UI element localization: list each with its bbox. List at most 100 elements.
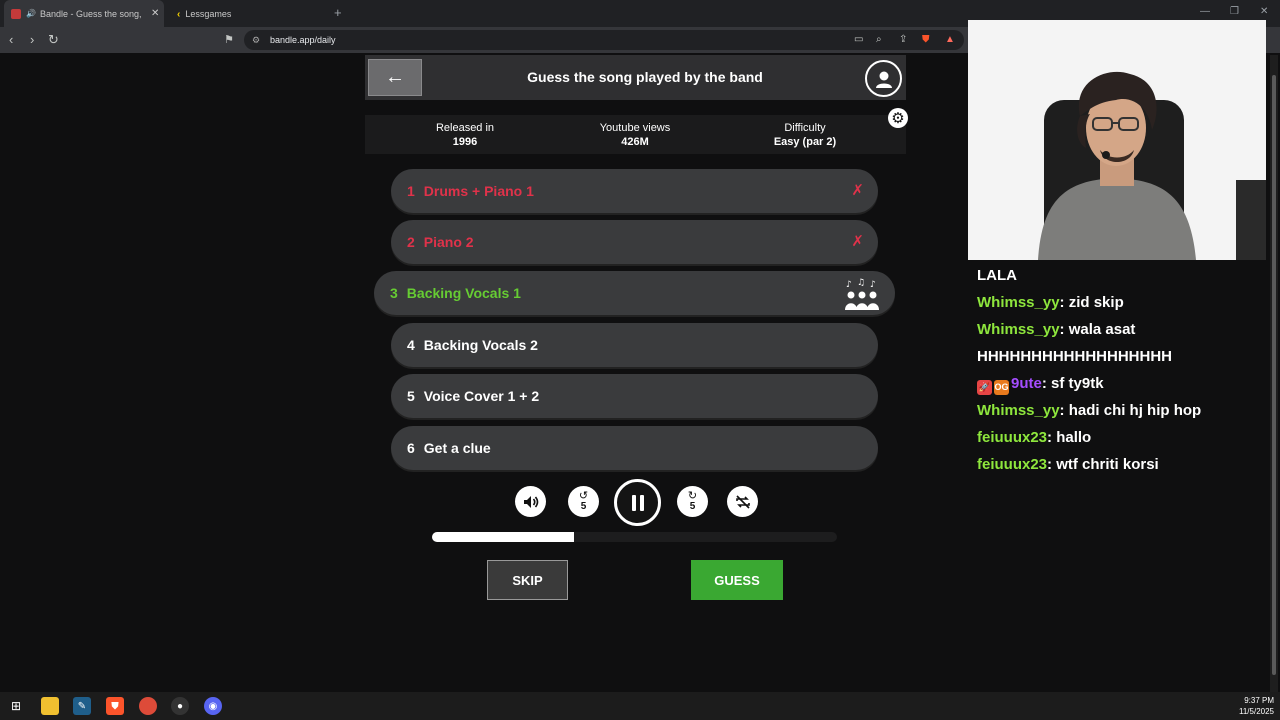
clue-number: 2	[407, 234, 415, 250]
rewind-seconds: 5	[580, 500, 587, 512]
forward-seconds: 5	[689, 500, 696, 512]
skip-button[interactable]: SKIP	[487, 560, 568, 600]
clue-label: Backing Vocals 2	[423, 337, 538, 353]
reload-icon[interactable]: ↻	[48, 32, 59, 48]
progress-fill	[432, 532, 574, 542]
webcam-feed	[968, 20, 1266, 260]
chat-username: feiuuux23	[977, 429, 1048, 446]
stat-value: Easy (par 2)	[773, 136, 837, 148]
chat-username: Whimss_yy	[977, 294, 1060, 311]
svg-text:♪: ♪	[870, 280, 876, 290]
chat-text: sf ty9tk	[1051, 375, 1104, 392]
svg-text:♫: ♫	[857, 278, 865, 288]
stat-label: Released in	[435, 122, 495, 134]
clue-label: Piano 2	[423, 234, 474, 250]
tab-lessgames[interactable]: ‹ Lessgames	[170, 0, 320, 27]
scrollbar-thumb[interactable]	[1272, 75, 1276, 675]
app-icon[interactable]: ✎	[73, 697, 91, 715]
tab-bandle[interactable]: 🔊 Bandle - Guess the song, one instrumen…	[4, 0, 164, 27]
rocket-badge-icon: 🚀	[977, 380, 992, 395]
minimize-icon[interactable]: —	[1200, 6, 1210, 17]
chat-title: LALA	[977, 267, 1017, 284]
clue-row-4: 4 Backing Vocals 2	[391, 323, 878, 367]
stat-released: Released in 1996	[395, 121, 535, 149]
stat-value: 426M	[621, 136, 649, 148]
obs-icon[interactable]: ●	[171, 697, 189, 715]
site-info-icon[interactable]: ⚙	[252, 30, 260, 50]
windows-start-icon[interactable]: ⊞	[7, 697, 25, 715]
chat-text: HHHHHHHHHHHHHHHHHH	[977, 348, 1172, 365]
chat-message: HHHHHHHHHHHHHHHHHH	[977, 343, 1272, 370]
bookmark-icon[interactable]: ⚑	[224, 33, 234, 46]
zoom-icon[interactable]: ⌕	[876, 34, 882, 45]
clock-time: 9:37 PM	[1244, 696, 1274, 705]
og-badge-icon: OG	[994, 380, 1009, 395]
clue-label: Backing Vocals 1	[406, 285, 521, 301]
brave-rewards-icon[interactable]: ▲	[945, 34, 955, 45]
choir-singers-icon: ♪ ♫ ♪	[845, 278, 879, 310]
chat-username: feiuuux23	[977, 456, 1048, 473]
playback-progress-bar[interactable]	[432, 532, 837, 542]
chat-text: wala asat	[1068, 321, 1136, 338]
profile-button[interactable]	[865, 60, 902, 97]
chrome-icon[interactable]	[139, 697, 157, 715]
clue-number: 5	[407, 388, 415, 404]
forward-icon: ↻	[687, 489, 698, 502]
speaker-icon[interactable]: 🔊	[26, 9, 36, 18]
rewind-5-button[interactable]: ↺ 5	[568, 486, 599, 517]
chat-message: Whimss_yy: zid skip	[977, 294, 1124, 311]
clue-row-6[interactable]: 6 Get a clue	[391, 426, 878, 470]
clue-label: Voice Cover 1 + 2	[423, 388, 540, 404]
file-explorer-icon[interactable]	[41, 697, 59, 715]
maximize-icon[interactable]: ❐	[1230, 6, 1239, 17]
chat-username: Whimss_yy	[977, 321, 1060, 338]
tab-title: Lessgames	[185, 8, 232, 19]
clue-number: 4	[407, 337, 415, 353]
new-tab-button[interactable]: +	[334, 5, 342, 20]
chat-text: hallo	[1056, 429, 1092, 446]
clue-number: 1	[407, 183, 415, 199]
back-nav-icon[interactable]: ‹	[9, 32, 13, 47]
brave-shield-icon[interactable]: ⛊	[922, 34, 930, 45]
page-scrollbar[interactable]	[1270, 55, 1278, 692]
repeat-off-button[interactable]	[727, 486, 758, 517]
chat-message: 🚀 OG 9ute: sf ty9tk	[977, 370, 1272, 397]
clue-row-5: 5 Voice Cover 1 + 2	[391, 374, 878, 418]
guess-button[interactable]: GUESS	[691, 560, 783, 600]
pause-button[interactable]	[614, 479, 661, 526]
share-icon[interactable]: ⇪	[899, 34, 907, 45]
chat-message: feiuuux23: hallo	[977, 429, 1092, 446]
tab-title: Bandle - Guess the song, one instrument …	[39, 8, 142, 19]
chat-text: wtf chriti korsi	[1056, 456, 1159, 473]
chat-message: Whimss_yy: hadi chi hj hip hop	[977, 402, 1202, 419]
repeat-off-icon	[735, 494, 750, 509]
chat-message: feiuuux23: wtf chriti korsi	[977, 456, 1159, 473]
pause-icon	[631, 494, 644, 511]
song-stats: Released in 1996 Youtube views 426M Diff…	[365, 115, 906, 154]
windows-taskbar: ⊞ ✎ ⛊ ● ◉ 9:37 PM 11/5/2025	[0, 692, 1280, 720]
stat-difficulty: Difficulty Easy (par 2)	[735, 121, 875, 149]
chat-text: zid skip	[1068, 294, 1124, 311]
volume-icon	[523, 495, 538, 508]
discord-icon[interactable]: ◉	[204, 697, 222, 715]
taskbar-clock[interactable]: 9:37 PM 11/5/2025	[1239, 695, 1274, 717]
close-window-icon[interactable]: ✕	[1260, 6, 1268, 17]
back-button[interactable]: ←	[368, 59, 422, 96]
clue-label: Drums + Piano 1	[423, 183, 534, 199]
clue-number: 3	[390, 285, 398, 301]
clue-row-1: 1 Drums + Piano 1 ✗	[391, 169, 878, 213]
user-icon	[875, 71, 892, 88]
arrow-left-icon: ←	[385, 66, 405, 88]
settings-gear-icon[interactable]: ⚙	[888, 108, 908, 128]
close-tab-icon[interactable]: ✕	[151, 8, 159, 19]
streamer-webcam-image	[968, 20, 1266, 260]
chat-username: Whimss_yy	[977, 402, 1060, 419]
brave-browser-icon[interactable]: ⛊	[106, 697, 124, 715]
forward-nav-icon[interactable]: ›	[30, 32, 34, 47]
volume-button[interactable]	[515, 486, 546, 517]
forward-5-button[interactable]: ↻ 5	[677, 486, 708, 517]
wrong-x-icon: ✗	[851, 182, 864, 199]
cast-icon[interactable]: ▭	[854, 34, 863, 45]
game-header: ← Guess the song played by the band	[365, 55, 906, 100]
stream-chat: LALA Whimss_yy: zid skip Whimss_yy: wala…	[977, 262, 1272, 478]
